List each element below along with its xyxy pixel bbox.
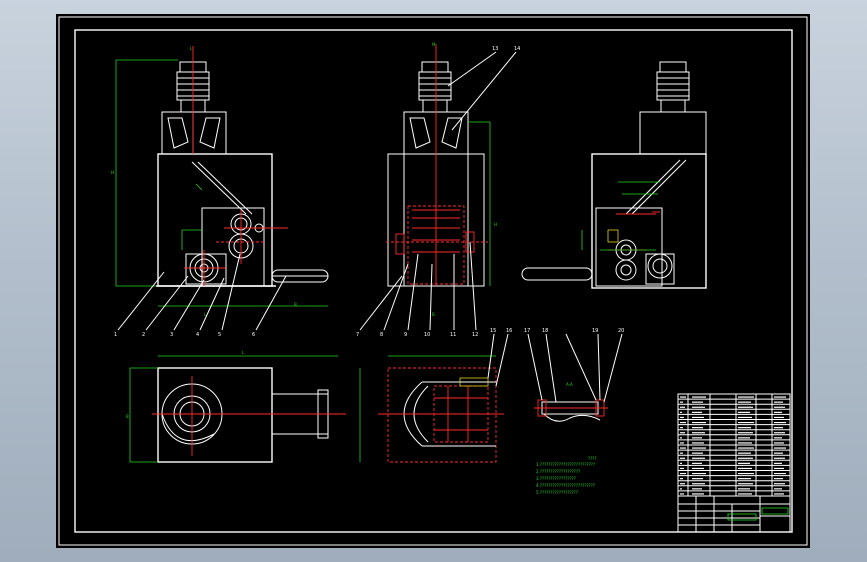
detail-view: A-A 17 18 19 20: [524, 328, 624, 422]
notes-line-3: 3.?????????????????: [536, 476, 576, 481]
balloon-1: 1: [114, 332, 117, 338]
balloon-10: 10: [424, 332, 430, 338]
notes-line-2: 2.???????????????????: [536, 469, 580, 474]
balloon-3: 3: [170, 332, 173, 338]
drawing-border: [74, 29, 793, 533]
balloon-14: 14: [514, 46, 520, 52]
svg-text:M: M: [432, 42, 436, 47]
front-view: L H B L 1 2 3 4 5 6: [111, 46, 329, 338]
balloon-9: 9: [404, 332, 407, 338]
title-block: [677, 495, 791, 533]
balloon-18: 18: [542, 328, 548, 334]
svg-text:B: B: [432, 312, 435, 317]
balloon-2: 2: [142, 332, 145, 338]
cad-drawing-viewport[interactable]: L H B L 1 2 3 4 5 6 M H B 13 14 7 8 9 10…: [56, 14, 810, 548]
svg-text:B: B: [294, 302, 297, 307]
svg-text:L: L: [242, 350, 245, 355]
balloon-8: 8: [380, 332, 383, 338]
side-view: M H B 13 14 7 8 9 10 11 12: [356, 42, 520, 338]
svg-text:H: H: [494, 222, 497, 227]
top-section-view: 15 16: [359, 328, 512, 463]
parts-list: [677, 393, 791, 497]
balloon-11: 11: [450, 332, 456, 338]
balloon-19: 19: [592, 328, 598, 334]
balloon-12: 12: [472, 332, 478, 338]
notes-line-4: 4.??????????????????????????: [536, 483, 595, 488]
svg-text:H: H: [111, 170, 114, 175]
top-view: B L: [126, 350, 346, 463]
svg-text:A-A: A-A: [566, 382, 573, 387]
rear-view: [521, 61, 707, 289]
balloon-15: 15: [490, 328, 496, 334]
notes-line-1: 1.??????????????????????????: [536, 462, 595, 467]
svg-text:B: B: [126, 414, 129, 419]
balloon-13: 13: [492, 46, 498, 52]
balloon-20: 20: [618, 328, 624, 334]
balloon-6: 6: [252, 332, 255, 338]
notes-heading: ????: [588, 456, 597, 461]
balloon-16: 16: [506, 328, 512, 334]
balloon-5: 5: [218, 332, 221, 338]
balloon-7: 7: [356, 332, 359, 338]
balloon-4: 4: [196, 332, 199, 338]
notes-line-5: 5.??????????????????: [536, 490, 578, 495]
cad-drawing: L H B L 1 2 3 4 5 6 M H B 13 14 7 8 9 10…: [58, 16, 808, 546]
technical-notes: ???? 1.?????????????????????????? 2.????…: [536, 456, 597, 495]
balloon-17: 17: [524, 328, 530, 334]
